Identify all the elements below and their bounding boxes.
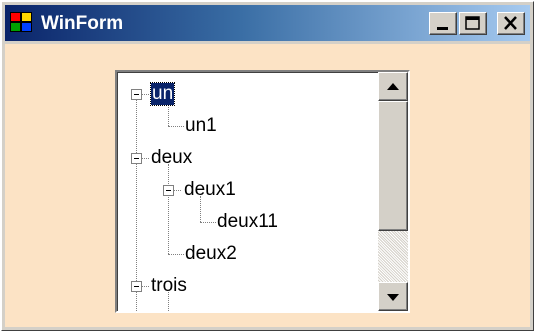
winforms-app-icon[interactable]	[10, 12, 34, 34]
minimize-icon	[437, 27, 448, 30]
tree-node-un1[interactable]: un1	[185, 115, 217, 137]
window-title: WinForm	[41, 13, 124, 34]
collapse-icon[interactable]	[131, 89, 142, 100]
winform-window: WinForm un un1 deux deux1 deux11 deux2 t…	[1, 1, 534, 331]
tree-line	[168, 126, 184, 127]
close-icon	[504, 16, 517, 30]
tree-node-deux[interactable]: deux	[151, 147, 192, 169]
tree-line	[141, 286, 149, 287]
scroll-up-button[interactable]	[378, 72, 408, 101]
icon-quadrant-yellow	[21, 12, 32, 22]
tree-line	[141, 94, 149, 95]
tree-node-deux1[interactable]: deux1	[184, 179, 236, 201]
minimize-button[interactable]	[429, 12, 457, 35]
form-client-area: un un1 deux deux1 deux11 deux2 trois	[5, 44, 530, 327]
tree-line	[173, 190, 181, 191]
scroll-thumb[interactable]	[378, 101, 408, 231]
icon-quadrant-green	[10, 22, 21, 32]
tree-view[interactable]: un un1 deux deux1 deux11 deux2 trois	[115, 70, 410, 313]
tree-node-un[interactable]: un	[149, 82, 176, 106]
icon-quadrant-red	[10, 12, 21, 22]
scroll-down-button[interactable]	[378, 282, 408, 311]
collapse-icon[interactable]	[131, 281, 142, 292]
vertical-scrollbar[interactable]	[378, 72, 408, 311]
tree-node-deux11[interactable]: deux11	[217, 211, 278, 233]
tree-line	[168, 254, 184, 255]
icon-quadrant-blue	[21, 22, 32, 32]
close-button[interactable]	[497, 12, 525, 35]
maximize-icon	[465, 16, 480, 30]
tree-line	[200, 222, 216, 223]
tree-node-deux2[interactable]: deux2	[185, 243, 237, 265]
title-bar[interactable]: WinForm	[5, 5, 530, 41]
maximize-button[interactable]	[459, 12, 487, 35]
scroll-track[interactable]	[378, 231, 408, 282]
arrow-down-icon	[387, 294, 399, 301]
collapse-icon[interactable]	[131, 153, 142, 164]
collapse-icon[interactable]	[163, 185, 174, 196]
tree-line	[141, 158, 149, 159]
tree-view-content: un un1 deux deux1 deux11 deux2 trois	[117, 72, 378, 311]
tree-line	[136, 100, 137, 311]
tree-node-trois[interactable]: trois	[151, 275, 187, 297]
arrow-up-icon	[387, 83, 399, 90]
tree-line	[168, 164, 169, 254]
